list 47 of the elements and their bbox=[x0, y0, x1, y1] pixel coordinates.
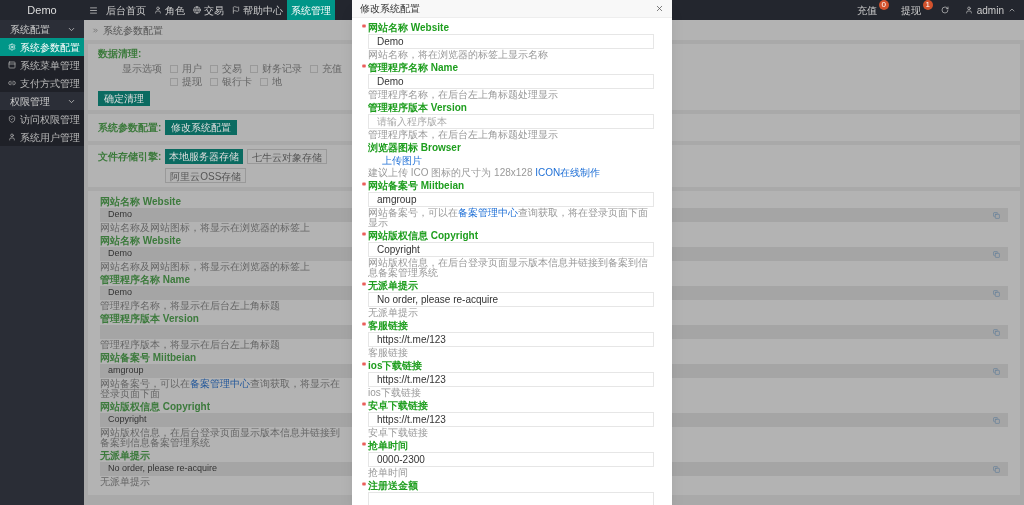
field-value: Copyright bbox=[108, 413, 147, 427]
field-value: No order, please re-acquire bbox=[108, 462, 218, 476]
logo: Demo bbox=[0, 0, 84, 20]
field-label: 网站名称 Website bbox=[368, 23, 449, 33]
field-label: 网站备案号 Miitbeian bbox=[100, 353, 197, 363]
help-text: 建议上传 ICO 图标的尺寸为 128x128 ICON在线制作 bbox=[368, 168, 601, 178]
field-value: Demo bbox=[108, 286, 132, 300]
field-label: 安卓下载链接 bbox=[368, 401, 428, 411]
field-label: 浏览器图标 Browser bbox=[368, 143, 461, 153]
help-text: ios下载链接 bbox=[368, 388, 421, 398]
field-label: 网站版权信息 Copyright bbox=[100, 402, 210, 412]
help-text: 安卓下载链接 bbox=[368, 428, 428, 438]
options-label: 显示选项 bbox=[122, 63, 162, 74]
section-label: 文件存储引擎: bbox=[98, 150, 162, 164]
field-label: 管理程序版本 Version bbox=[368, 103, 467, 113]
help-text: 管理程序版本，在后台左上角标题处理显示 bbox=[368, 130, 558, 140]
field-label: 无派单提示 bbox=[100, 451, 150, 461]
help-text: 无派单提示 bbox=[368, 308, 418, 318]
field-label: 注册送金额 bbox=[368, 481, 418, 491]
field-value: amgroup bbox=[108, 364, 144, 378]
field-label: 网站名称 Website bbox=[100, 197, 181, 207]
field-label: 管理程序版本 Version bbox=[100, 314, 199, 324]
field-label: 网站版权信息 Copyright bbox=[368, 231, 478, 241]
field-label: 网站名称 Website bbox=[100, 236, 181, 246]
dialog-title: 修改系统配置 bbox=[360, 2, 420, 16]
help-text: 管理程序名称，在后台左上角标题处理显示 bbox=[368, 90, 558, 100]
help-text: 网站版权信息，在后台登录页面显示版本信息并链接到备案到信息备案管理系统 bbox=[368, 258, 649, 278]
field-label: 抢单时间 bbox=[368, 441, 408, 451]
field-value: Demo bbox=[108, 208, 132, 222]
field-value: Demo bbox=[108, 247, 132, 261]
field-label: 管理程序名称 Name bbox=[100, 275, 190, 285]
section-label: 数据清理: bbox=[98, 48, 142, 59]
help-text: 客服链接 bbox=[368, 348, 408, 358]
section-label: 系统参数配置: bbox=[98, 121, 162, 135]
field-label: 无派单提示 bbox=[368, 281, 418, 291]
help-text: 网站版权信息，在后台登录页面显示版本信息并链接到备案到信息备案管理系统 bbox=[100, 428, 341, 448]
field-label: 网站备案号 Miitbeian bbox=[368, 181, 465, 191]
field-label: 管理程序名称 Name bbox=[368, 63, 458, 73]
field-label: ios下载链接 bbox=[368, 361, 423, 371]
field-label: 客服链接 bbox=[368, 321, 408, 331]
breadcrumb: 系统参数配置 bbox=[103, 23, 163, 38]
help-text: 无派单提示 bbox=[100, 477, 151, 487]
count-badge: 0 bbox=[878, 0, 889, 10]
count-badge: 1 bbox=[922, 0, 933, 10]
help-text: 网站名称，将在浏览器的标签上显示名称 bbox=[368, 50, 548, 60]
help-text: 抢单时间 bbox=[368, 468, 408, 478]
help-text: 网站备案号，可以在备案管理中心查询获取，将显示在登录页面下面 bbox=[100, 379, 341, 399]
